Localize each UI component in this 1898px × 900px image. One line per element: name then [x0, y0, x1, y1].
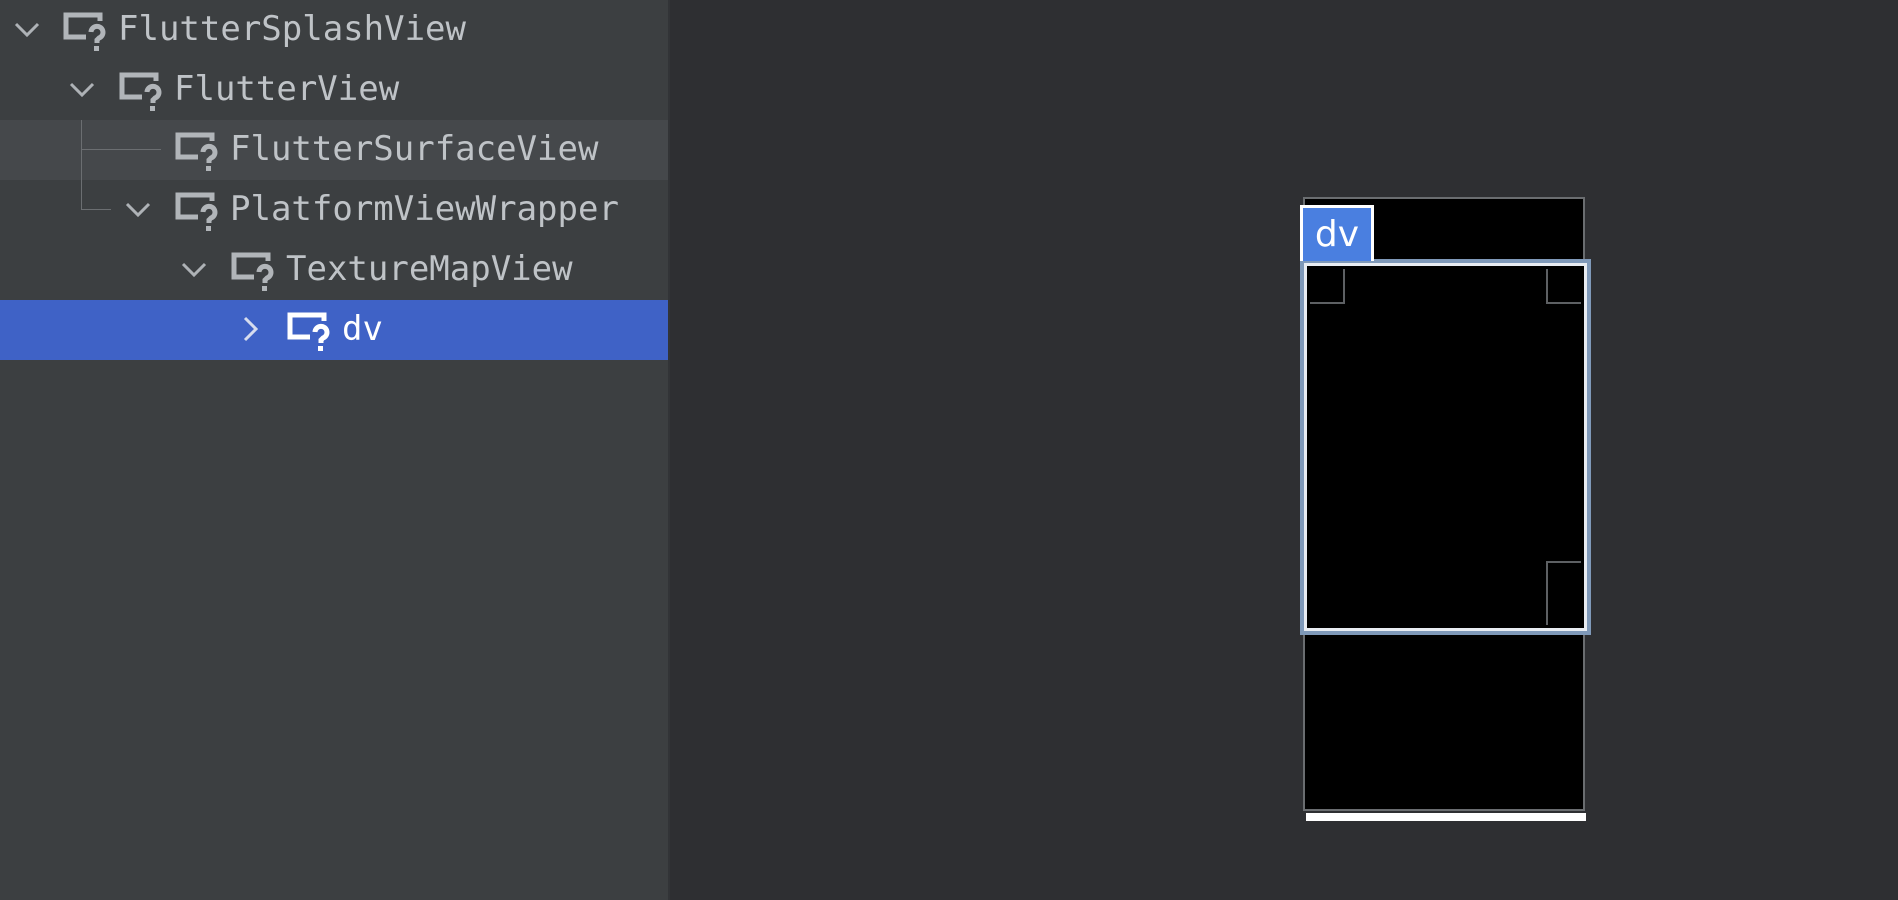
tree-row-label: FlutterSurfaceView: [230, 129, 599, 169]
tree-guide-line: [81, 120, 82, 210]
tree-row-flutter-view[interactable]: FlutterView: [0, 60, 668, 120]
device-navigation-bar: [1306, 813, 1586, 821]
unknown-view-icon: [286, 311, 332, 351]
tree-row-flutter-splash-view[interactable]: FlutterSplashView: [0, 0, 668, 60]
tree-row-flutter-surface-view[interactable]: FlutterSurfaceView: [0, 120, 668, 180]
tree-row-label: TextureMapView: [286, 249, 573, 289]
selected-view-bounds: [1304, 263, 1587, 631]
unknown-view-icon: [174, 131, 220, 171]
layout-inspector: FlutterSplashView FlutterView FlutterSur…: [0, 0, 1898, 900]
chevron-down-icon[interactable]: [67, 74, 97, 104]
selected-view-highlight[interactable]: [1300, 259, 1591, 635]
chevron-down-icon[interactable]: [123, 194, 153, 224]
tree-guide-line: [81, 209, 111, 210]
component-tree: FlutterSplashView FlutterView FlutterSur…: [0, 0, 668, 900]
tree-row-label: FlutterView: [174, 69, 400, 109]
unknown-view-icon: [230, 251, 276, 291]
tree-row-label: PlatformViewWrapper: [230, 189, 619, 229]
child-view-outline: [1310, 269, 1345, 304]
tree-row-dv[interactable]: dv: [0, 300, 668, 360]
tree-row-platform-view-wrapper[interactable]: PlatformViewWrapper: [0, 180, 668, 240]
chevron-down-icon[interactable]: [179, 254, 209, 284]
device-preview-canvas[interactable]: [670, 0, 1898, 900]
unknown-view-icon: [118, 71, 164, 111]
chevron-right-icon[interactable]: [235, 314, 265, 344]
selected-view-tag: dv: [1300, 205, 1374, 261]
tree-row-texture-map-view[interactable]: TextureMapView: [0, 240, 668, 300]
unknown-view-icon: [62, 11, 108, 51]
tree-row-label: dv: [342, 309, 383, 349]
tree-guide-line: [81, 149, 161, 150]
chevron-down-icon[interactable]: [12, 14, 42, 44]
tree-row-label: FlutterSplashView: [118, 9, 466, 49]
unknown-view-icon: [174, 191, 220, 231]
child-view-outline: [1546, 561, 1581, 625]
child-view-outline: [1546, 269, 1581, 304]
